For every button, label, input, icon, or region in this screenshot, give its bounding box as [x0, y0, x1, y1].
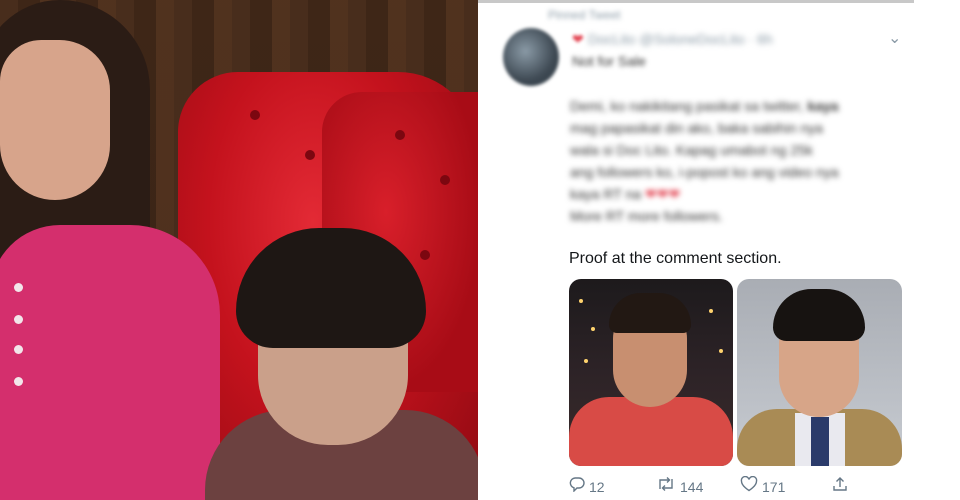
retweet-icon	[656, 476, 676, 497]
display-name-heart: ❤	[572, 31, 584, 47]
chair-tuft	[250, 110, 260, 120]
tweet-line: More RT more followers.	[570, 208, 723, 224]
proof-text: Proof at the comment section.	[569, 250, 782, 267]
red-shirt	[569, 397, 733, 466]
video-still	[0, 0, 478, 500]
tweet-line: mag papasikat din ako, baka sabihin nya	[570, 120, 823, 136]
divider	[478, 0, 914, 3]
bokeh-light	[584, 359, 588, 363]
tweet-line: ang followers ko, i-popost ko ang video …	[570, 164, 839, 180]
chair-tuft	[305, 150, 315, 160]
tie	[811, 417, 829, 466]
tweet-line: wala si Doc Lito. Kapag umabot ng 25k	[570, 142, 813, 158]
like-count: 171	[762, 478, 786, 495]
bokeh-light	[579, 299, 583, 303]
tweet-line: Demi, ko nakikitang pasikat sa twitter, …	[570, 98, 839, 114]
tweet-body: Demi, ko nakikitang pasikat sa twitter, …	[570, 95, 910, 227]
heart-icon	[740, 475, 758, 497]
chair-tuft	[420, 250, 430, 260]
share-button[interactable]	[832, 476, 848, 497]
like-button[interactable]: 171	[740, 475, 786, 497]
woman-face	[0, 40, 110, 200]
shirt-button	[14, 315, 23, 324]
bokeh-light	[709, 309, 713, 313]
display-name-handle[interactable]: DocLito @SoloneDocLito · 6h	[588, 31, 773, 47]
shirt-button	[14, 283, 23, 292]
reply-button[interactable]: 12	[569, 476, 605, 497]
chair-tuft	[395, 130, 405, 140]
shirt-button	[14, 345, 23, 354]
share-icon	[832, 476, 848, 497]
retweet-count: 144	[680, 478, 704, 495]
reply-icon	[569, 476, 585, 497]
display-name: DocLito	[588, 31, 636, 47]
retweet-button[interactable]: 144	[656, 476, 703, 497]
tweet-line: kaya RT na ❤❤❤	[570, 186, 681, 202]
avatar[interactable]	[503, 28, 559, 86]
pinned-label: Pinned Tweet	[548, 8, 621, 22]
chair-tuft	[440, 175, 450, 185]
tweet-subtitle: Not for Sale	[572, 53, 646, 69]
shirt-button	[14, 377, 23, 386]
reply-count: 12	[589, 478, 605, 495]
hair	[773, 289, 865, 341]
hair	[609, 293, 691, 333]
woman-pink-shirt	[0, 225, 220, 500]
handle-time: @SoloneDocLito · 6h	[639, 31, 773, 47]
attached-photo-1[interactable]	[569, 279, 733, 466]
attached-photo-2[interactable]	[737, 279, 902, 466]
chevron-down-icon[interactable]: ⌄	[888, 28, 901, 48]
bokeh-light	[591, 327, 595, 331]
bokeh-light	[719, 349, 723, 353]
